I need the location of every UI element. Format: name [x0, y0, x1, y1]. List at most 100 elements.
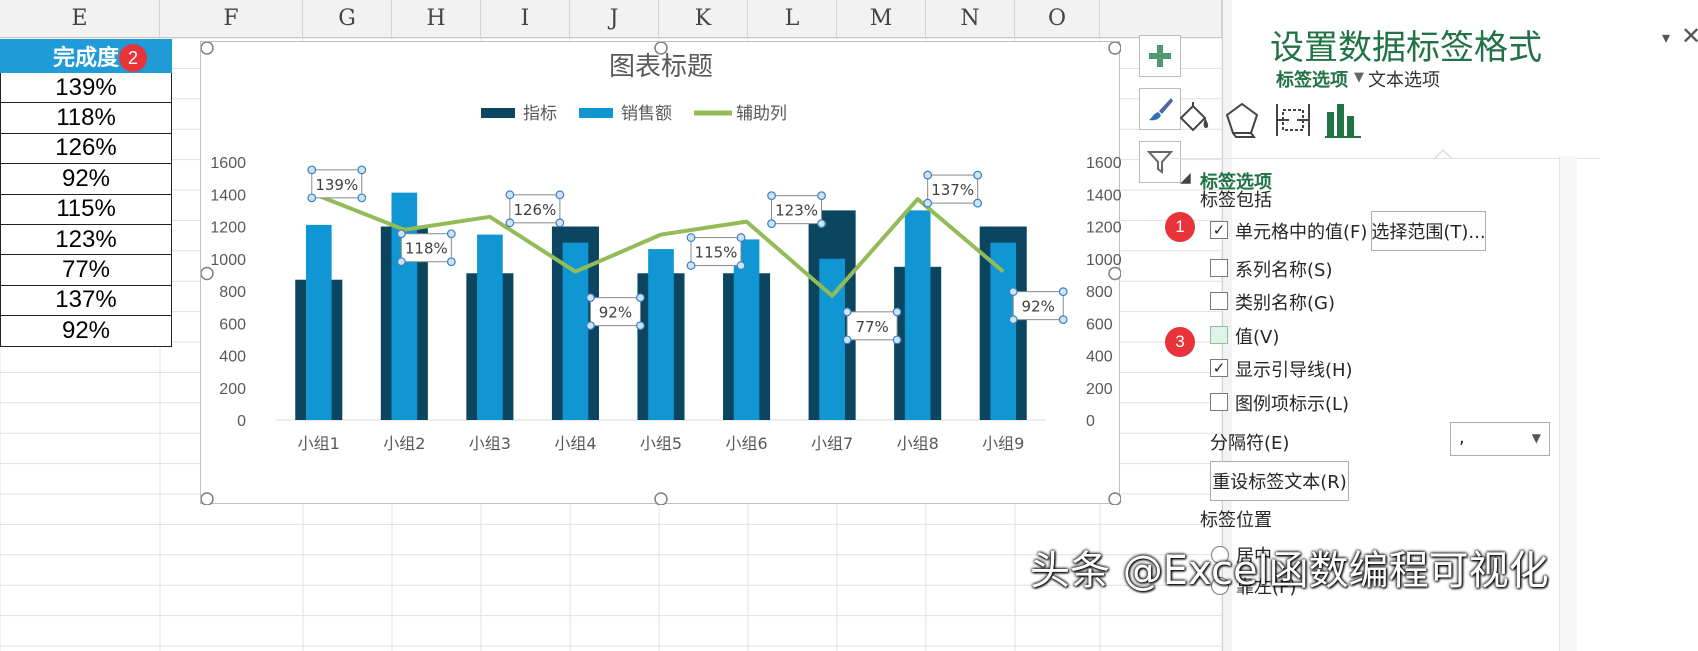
label-handle[interactable] [586, 293, 595, 303]
data-label[interactable]: 115% [686, 233, 746, 270]
column-header-k[interactable]: K [659, 0, 748, 38]
label-handle[interactable] [555, 190, 565, 200]
label-handle[interactable] [1058, 287, 1068, 297]
label-handle[interactable] [973, 170, 983, 180]
label-handle[interactable] [1008, 287, 1018, 297]
label-handle[interactable] [1058, 315, 1068, 325]
option-checkbox[interactable] [1210, 326, 1228, 344]
completion-cell[interactable]: 77% [0, 255, 172, 286]
chart-resize-handle[interactable] [1108, 42, 1121, 55]
pane-options-caret-icon[interactable]: ▾ [1662, 28, 1670, 47]
reset-label-text-button[interactable]: 重设标签文本(R) [1210, 461, 1349, 501]
chevron-down-icon[interactable]: ▼ [1354, 70, 1364, 85]
chart-resize-handle[interactable] [654, 492, 668, 505]
close-icon[interactable]: ✕ [1681, 22, 1698, 50]
label-handle[interactable] [307, 193, 317, 203]
column-header-h[interactable]: H [392, 0, 481, 38]
label-handle[interactable] [736, 261, 746, 270]
legend-entry[interactable]: 指标 [523, 104, 557, 124]
column-header-m[interactable]: M [837, 0, 926, 38]
label-handle[interactable] [817, 191, 826, 201]
label-handle[interactable] [686, 261, 696, 270]
option-checkbox[interactable] [1210, 259, 1228, 277]
legend-entry[interactable]: 辅助列 [736, 104, 787, 124]
chart-filters-button[interactable] [1139, 141, 1181, 183]
option-label[interactable]: 单元格中的值(F) [1235, 218, 1367, 244]
option-label[interactable]: 系列名称(S) [1235, 256, 1332, 282]
data-label[interactable]: 77% [842, 307, 902, 345]
option-label[interactable]: 类别名称(G) [1235, 289, 1335, 315]
pane-scrollbar[interactable] [1559, 156, 1577, 651]
legend-entry[interactable]: 销售额 [621, 104, 672, 124]
data-label[interactable]: 123% [767, 191, 826, 229]
combo-chart[interactable]: 图表标题指标 销售额 辅助列 0 0 200 200 400 400 600 600 800 800 10… [201, 42, 1121, 505]
bar-sales[interactable] [305, 224, 332, 420]
label-handle[interactable] [636, 293, 645, 303]
data-label[interactable]: 118% [396, 229, 456, 267]
select-range-button[interactable]: 选择范围(T)... [1371, 211, 1486, 251]
label-handle[interactable] [446, 229, 456, 239]
column-header-n[interactable]: N [926, 0, 1015, 38]
label-handle[interactable] [842, 307, 852, 317]
tab-text-options[interactable]: 文本选项 [1368, 66, 1440, 92]
completion-cell[interactable]: 92% [0, 164, 172, 195]
option-checkbox[interactable] [1210, 393, 1228, 411]
label-handle[interactable] [555, 218, 565, 228]
label-handle[interactable] [307, 165, 317, 175]
data-label[interactable]: 126% [505, 190, 565, 228]
completion-cell[interactable]: 92% [0, 316, 172, 347]
separator-select[interactable]: , ▼ [1450, 422, 1550, 456]
chart-resize-handle[interactable] [654, 42, 668, 55]
label-handle[interactable] [505, 218, 515, 228]
completion-cell[interactable]: 137% [0, 285, 172, 317]
size-properties-icon[interactable] [1273, 100, 1313, 140]
option-checkbox[interactable]: ✓ [1210, 359, 1228, 377]
label-handle[interactable] [586, 321, 595, 331]
option-label[interactable]: 图例项标示(L) [1235, 390, 1349, 416]
bar-sales[interactable] [648, 249, 674, 420]
label-handle[interactable] [446, 257, 456, 267]
completion-cell[interactable]: 139% [0, 73, 172, 104]
label-handle[interactable] [817, 219, 826, 229]
chart-resize-handle[interactable] [201, 266, 214, 281]
chart-title[interactable]: 图表标题 [609, 52, 713, 82]
data-label[interactable]: 92% [1008, 287, 1068, 325]
label-handle[interactable] [357, 165, 367, 175]
column-header-g[interactable]: G [303, 0, 392, 38]
option-checkbox[interactable] [1210, 292, 1228, 310]
label-handle[interactable] [636, 321, 645, 331]
collapse-triangle-icon[interactable]: ◢ [1180, 170, 1191, 186]
data-label[interactable]: 92% [586, 293, 645, 331]
label-handle[interactable] [736, 233, 746, 242]
tab-label-options[interactable]: 标签选项 [1276, 66, 1348, 92]
option-label[interactable]: 值(V) [1235, 323, 1279, 349]
bar-sales[interactable] [477, 234, 503, 420]
label-handle[interactable] [1008, 315, 1018, 325]
chart-elements-button[interactable] [1139, 35, 1181, 77]
column-header-f[interactable]: F [160, 0, 303, 38]
column-header-l[interactable]: L [748, 0, 837, 38]
label-handle[interactable] [973, 198, 983, 208]
data-label[interactable]: 139% [307, 165, 367, 203]
pentagon-effects-icon[interactable] [1222, 100, 1262, 140]
label-handle[interactable] [767, 219, 776, 229]
chart-area[interactable]: 图表标题 指标 销售额 辅助列 0 0 200 200 400 400 600 600 800 800 10… [200, 41, 1121, 505]
label-handle[interactable] [396, 229, 406, 239]
label-handle[interactable] [892, 307, 902, 317]
bar-sales[interactable] [904, 210, 931, 420]
chart-resize-handle[interactable] [201, 42, 214, 55]
label-handle[interactable] [892, 335, 902, 345]
data-label[interactable]: 137% [923, 170, 983, 208]
column-header-e[interactable]: E [0, 0, 160, 38]
label-handle[interactable] [396, 257, 406, 267]
option-checkbox[interactable]: ✓ [1210, 221, 1228, 239]
label-handle[interactable] [923, 170, 933, 180]
label-handle[interactable] [767, 191, 776, 201]
bar-chart-options-icon[interactable] [1323, 100, 1363, 140]
chart-resize-handle[interactable] [1108, 492, 1121, 505]
completion-cell[interactable]: 126% [0, 133, 172, 165]
label-handle[interactable] [686, 233, 696, 242]
column-header-j[interactable]: J [570, 0, 659, 38]
fill-bucket-icon[interactable] [1175, 100, 1215, 140]
column-header-o[interactable]: O [1015, 0, 1100, 38]
